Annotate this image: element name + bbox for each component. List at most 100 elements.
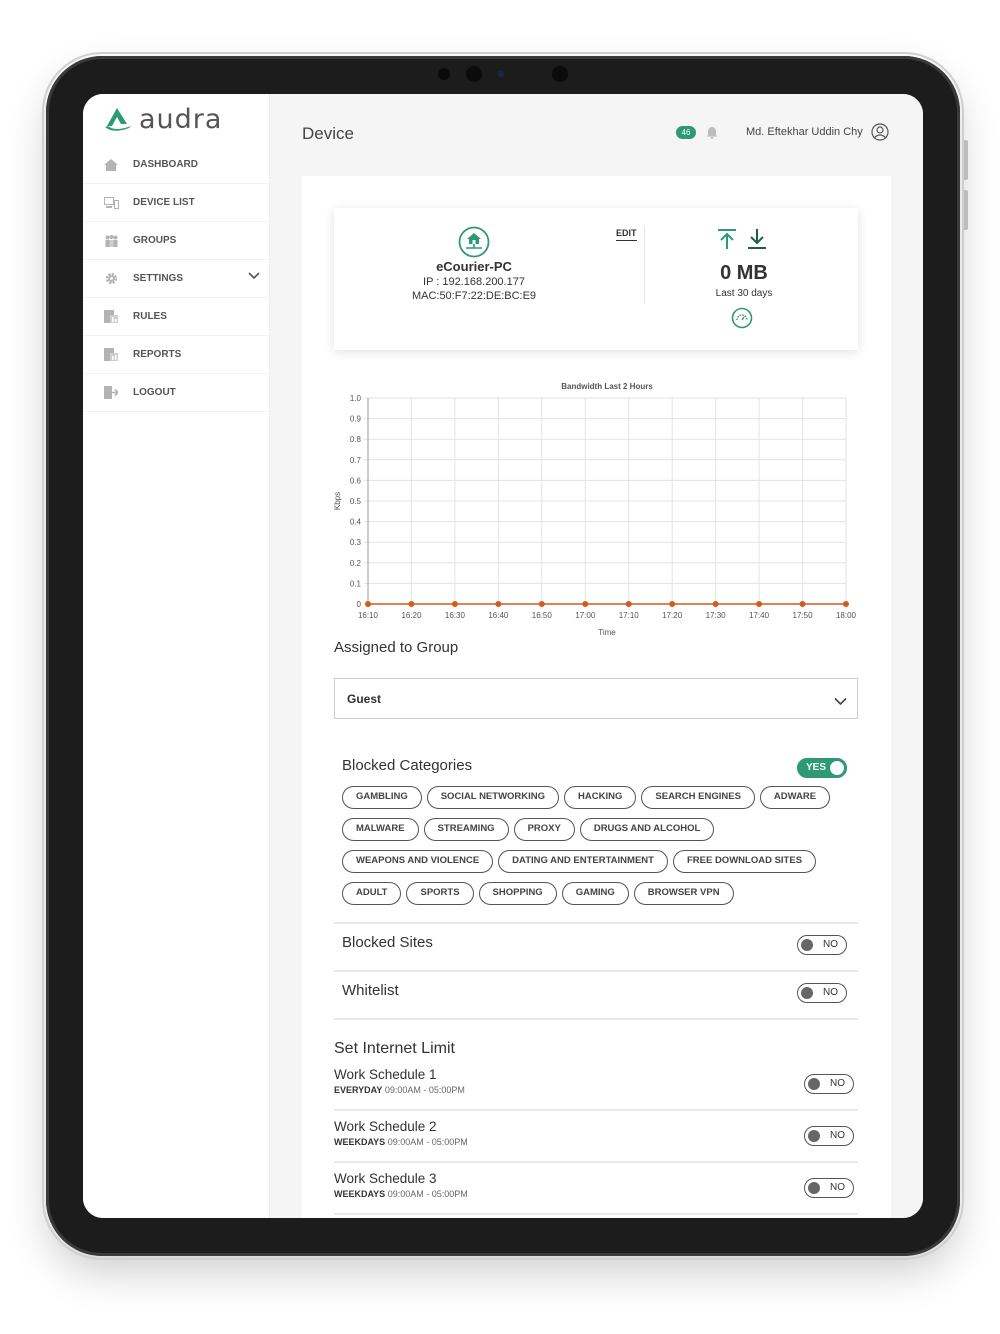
data-point [799,601,806,607]
tag-row: ADULT SPORTS SHOPPING GAMING BROWSER VPN [342,882,852,905]
schedule-1-toggle[interactable]: NO [804,1074,854,1094]
category-tag[interactable]: PROXY [513,818,575,841]
app-logo[interactable]: audra [103,104,222,135]
schedule-2-toggle[interactable]: NO [804,1126,854,1146]
x-tick-label: 16:30 [445,611,466,620]
download-icon [746,228,768,255]
sidebar-item-label: SETTINGS [133,273,184,284]
edit-button[interactable]: EDIT [616,228,637,241]
sidebar-item-groups[interactable]: GROUPS [83,222,270,260]
category-tag[interactable]: WEAPONS AND VIOLENCE [342,850,494,873]
tag-row: MALWARE STREAMING PROXY DRUGS AND ALCOHO… [342,818,852,841]
chevron-down-icon[interactable] [248,272,260,283]
y-tick-label: 0.3 [350,538,362,547]
x-tick-label: 16:10 [358,611,379,620]
y-tick-label: 1.0 [350,394,362,403]
category-tag[interactable]: BROWSER VPN [633,882,734,905]
sidebar-item-dashboard[interactable]: DASHBOARD [83,146,270,184]
reports-icon [103,348,119,362]
schedule-name: Work Schedule 1 [334,1067,437,1082]
x-tick-label: 17:10 [619,611,640,620]
category-tag[interactable]: GAMBLING [342,786,422,809]
category-tags: GAMBLING SOCIAL NETWORKING HACKING SEARC… [342,786,852,914]
schedule-days: EVERYDAY [334,1085,383,1095]
category-tag[interactable]: ADULT [342,882,402,905]
toggle-knob [830,761,844,775]
schedule-name: Work Schedule 3 [334,1171,437,1186]
category-tag[interactable]: DATING AND ENTERTAINMENT [498,850,668,873]
category-tag[interactable]: SOCIAL NETWORKING [426,786,560,809]
bell-icon[interactable] [706,126,718,144]
y-tick-label: 0 [357,600,362,609]
home-icon [103,158,119,172]
device-info-card: eCourier-PC IP : 192.168.200.177 MAC:50:… [334,208,858,350]
sidebar-item-label: REPORTS [133,349,182,360]
schedule-time: WEEKDAYS 09:00AM - 05:00PM [334,1137,468,1147]
y-tick-label: 0.5 [350,497,362,506]
schedule-hours: 09:00AM - 05:00PM [387,1137,468,1147]
sidebar-item-label: GROUPS [133,235,177,246]
screen: audra DASHBOARD DEVICE LIST GROUPS SETTI… [83,94,923,1218]
sidebar-item-device-list[interactable]: DEVICE LIST [83,184,270,222]
usage-amount: 0 MB [720,262,768,284]
sidebar-item-logout[interactable]: LOGOUT [83,374,270,412]
upload-icon [716,228,738,255]
blocked-sites-title: Blocked Sites [342,934,433,951]
whitelist-title: Whitelist [342,982,399,999]
sidebar-item-label: RULES [133,311,167,322]
sidebar-item-settings[interactable]: SETTINGS [83,260,270,298]
data-point [538,601,545,607]
category-tag[interactable]: STREAMING [423,818,509,841]
section-divider [334,922,858,924]
chart-title: Bandwidth Last 2 Hours [561,382,653,391]
category-tag[interactable]: FREE DOWNLOAD SITES [672,850,817,873]
sidebar-item-label: LOGOUT [133,387,176,398]
section-divider [334,1161,858,1163]
category-tag[interactable]: MALWARE [342,818,419,841]
blocked-categories-toggle[interactable]: YES [797,758,847,778]
category-tag[interactable]: SHOPPING [478,882,557,905]
x-tick-label: 17:30 [706,611,727,620]
x-tick-label: 16:40 [488,611,509,620]
volume-down-button [963,190,968,230]
blocked-sites-toggle[interactable]: NO [797,935,847,955]
sidebar-nav: DASHBOARD DEVICE LIST GROUPS SETTINGS RU… [83,146,270,412]
y-tick-label: 0.6 [350,476,362,485]
category-tag[interactable]: SPORTS [406,882,474,905]
bandwidth-chart: Bandwidth Last 2 Hours 0 0.1 0.2 0.3 0.4 0.5 0.… [322,376,882,646]
chevron-down-icon [834,693,847,711]
y-tick-label: 0.1 [350,579,362,588]
whitelist-toggle[interactable]: NO [797,983,847,1003]
sidebar-item-reports[interactable]: REPORTS [83,336,270,374]
x-tick-label: 16:50 [532,611,553,620]
x-tick-label: 17:40 [749,611,770,620]
audra-logo-icon [105,107,131,131]
toggle-knob [808,1182,820,1194]
speedometer-icon[interactable] [731,307,753,334]
notification-badge[interactable]: 46 [676,126,696,139]
card-divider [644,226,645,304]
user-avatar-icon[interactable] [871,123,889,146]
tag-row: WEAPONS AND VIOLENCE DATING AND ENTERTAI… [342,850,852,873]
x-tick-label: 18:00 [836,611,857,620]
user-name[interactable]: Md. Eftekhar Uddin Chy [746,126,863,138]
data-point [712,601,719,607]
data-point [495,601,502,607]
schedule-3-toggle[interactable]: NO [804,1178,854,1198]
main-content: Device 46 Md. Eftekhar Uddin Chy eCourie… [270,94,923,1218]
category-tag[interactable]: SEARCH ENGINES [641,786,755,809]
schedule-hours: 09:00AM - 05:00PM [384,1085,465,1095]
gear-icon [103,272,119,286]
category-tag[interactable]: HACKING [564,786,637,809]
schedule-time: WEEKDAYS 09:00AM - 05:00PM [334,1189,468,1199]
category-tag[interactable]: GAMING [561,882,629,905]
assigned-group-title: Assigned to Group [334,639,459,656]
camera-lens-2 [552,66,568,82]
sidebar-item-rules[interactable]: RULES [83,298,270,336]
section-divider [334,1109,858,1111]
group-select[interactable]: Guest [334,678,858,719]
camera-dot [438,68,450,80]
category-tag[interactable]: DRUGS AND ALCOHOL [579,818,715,841]
category-tag[interactable]: ADWARE [759,786,831,809]
toggle-label: YES [806,762,827,773]
